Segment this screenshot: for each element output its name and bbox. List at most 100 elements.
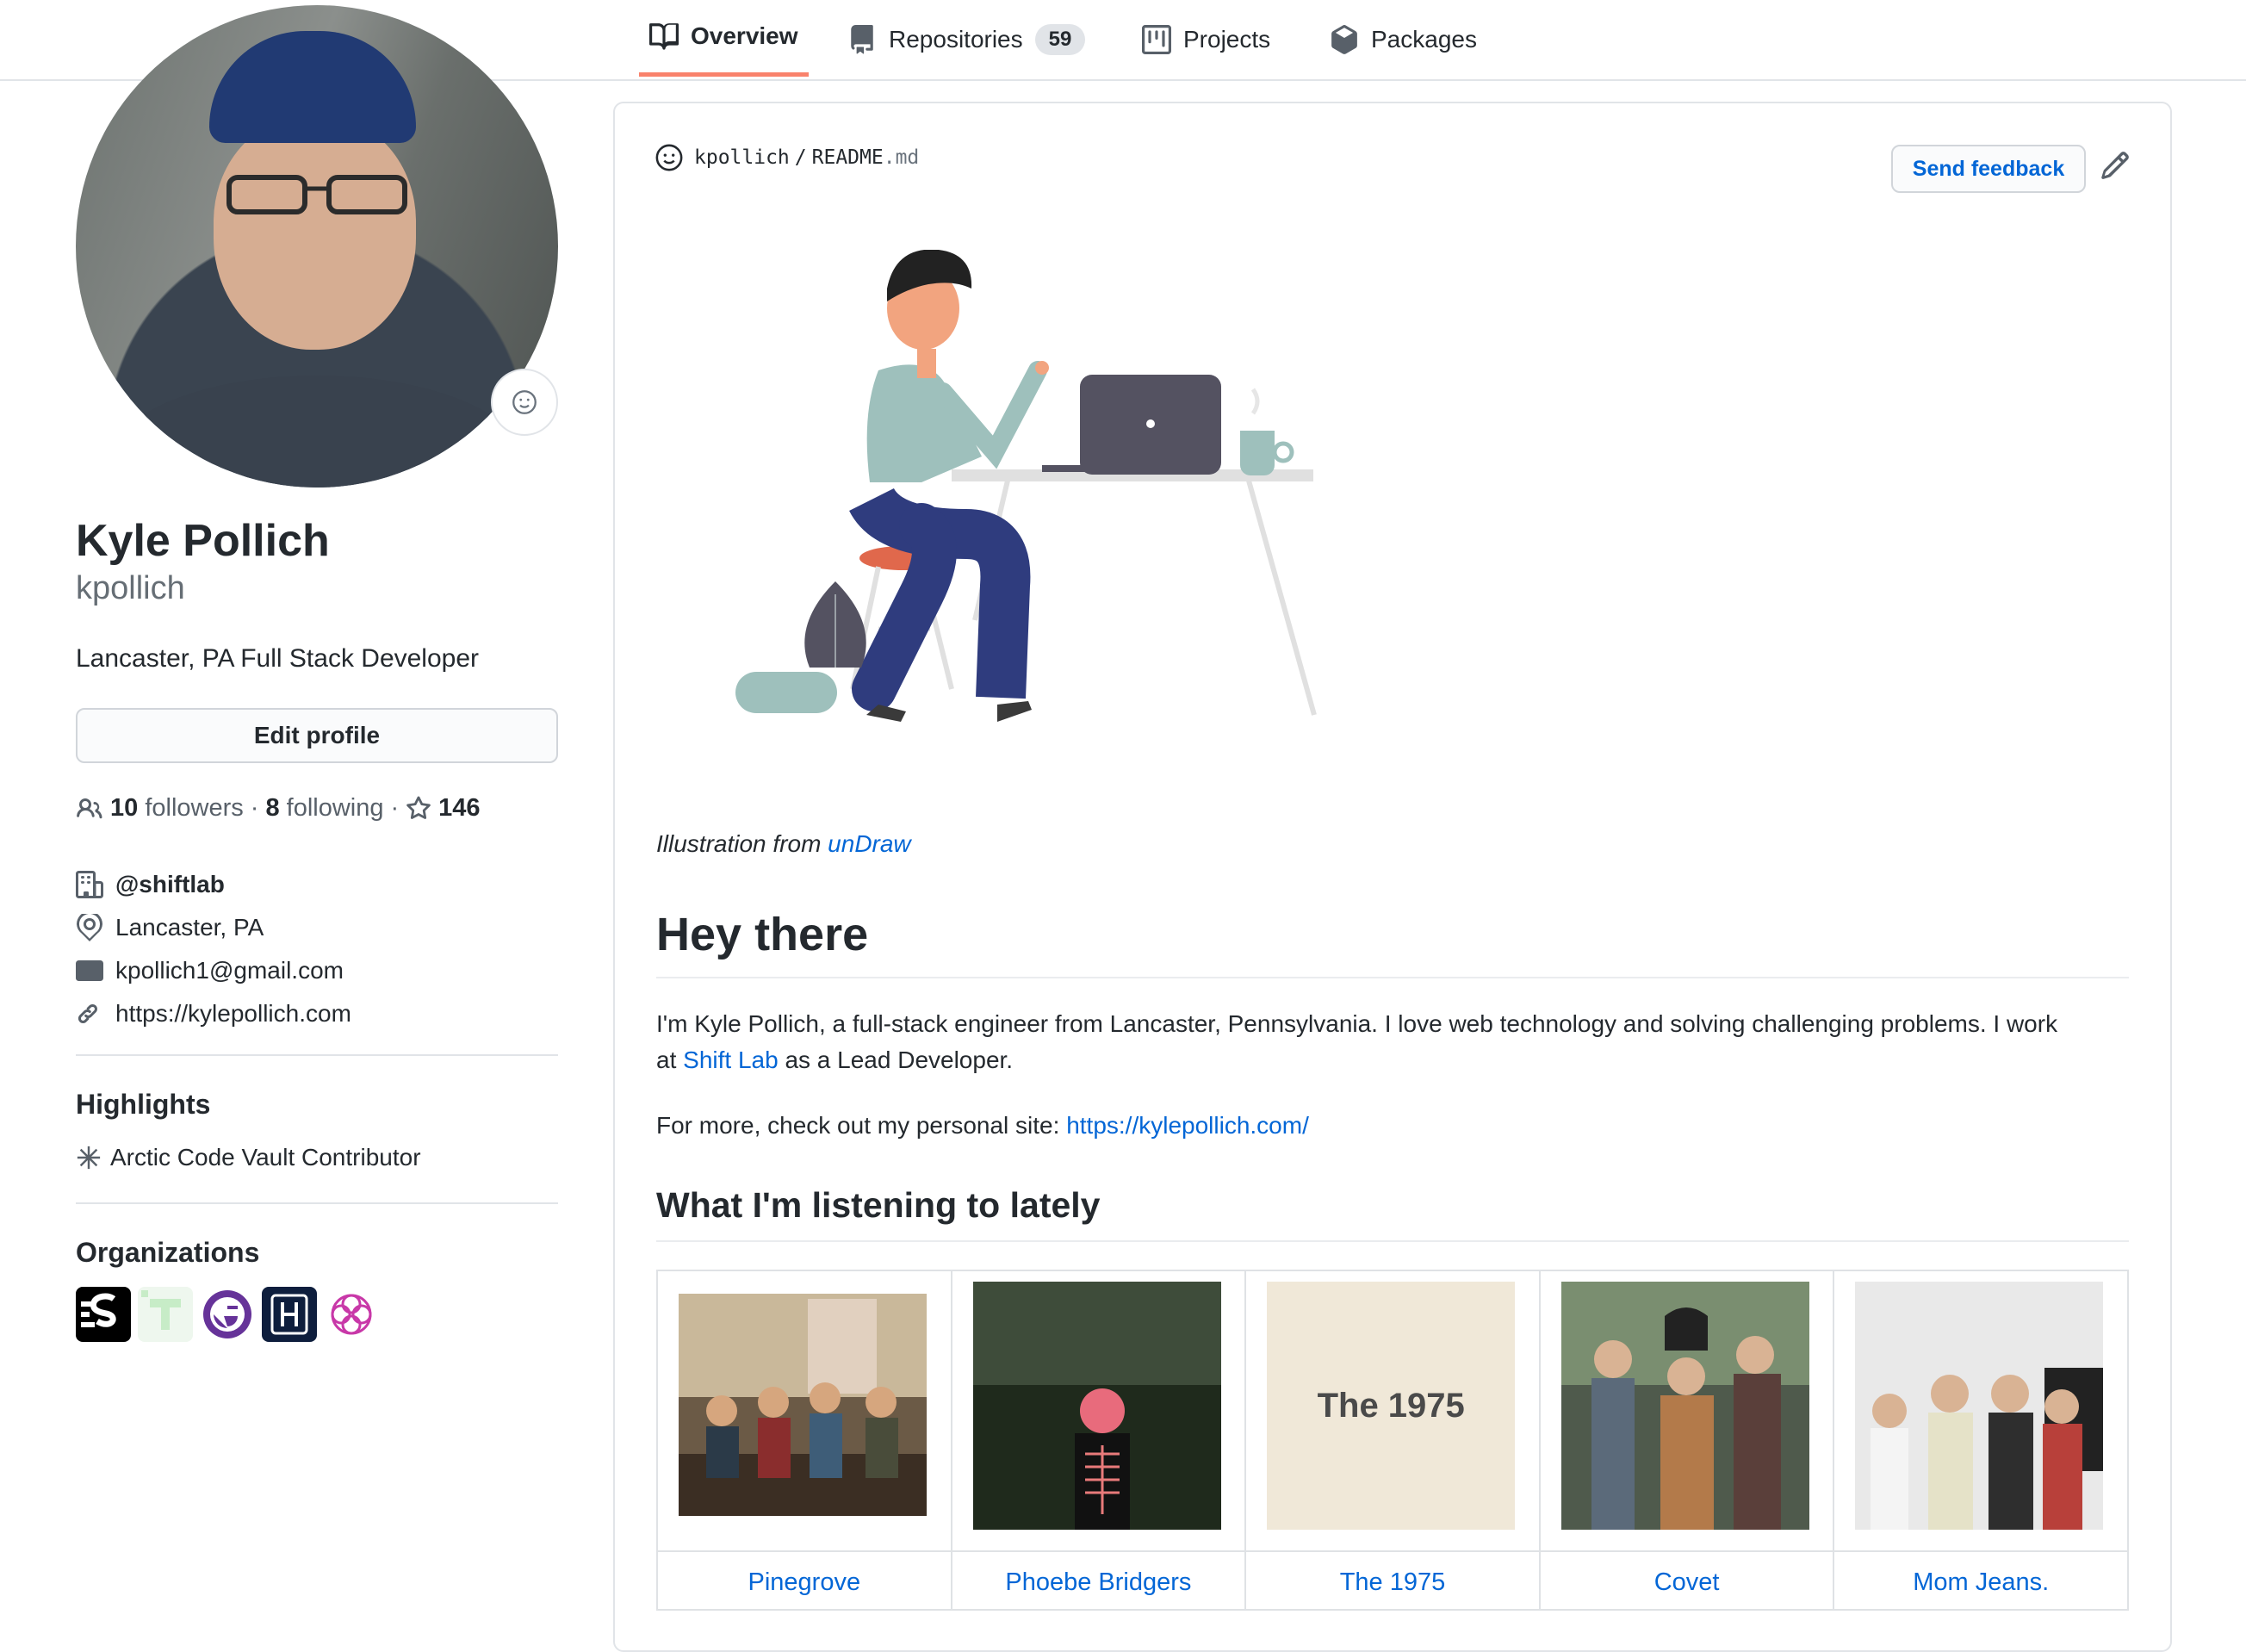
highlight-item[interactable]: Arctic Code Vault Contributor [76,1144,421,1171]
tab-overview[interactable]: Overview [639,0,809,77]
readme-filename[interactable]: README [812,146,884,169]
album-art-phoebe-bridgers[interactable] [972,1282,1221,1530]
tab-packages[interactable]: Packages [1330,0,1477,79]
shift-lab-link[interactable]: Shift Lab [683,1046,779,1073]
smiley-icon [655,144,683,171]
album-link-covet[interactable]: Covet [1540,1550,1833,1612]
follow-stats: 10 followers · 8 following · 146 [76,794,481,823]
organization-icon [76,871,103,898]
org-avatar-shiftlab[interactable] [76,1287,131,1342]
readme-extension: .md [883,146,920,169]
followers-count: 10 [110,794,139,822]
people-icon [77,798,102,818]
undraw-working-illustration [735,250,1317,722]
website-item[interactable]: https://kylepollich.com [76,992,351,1035]
send-feedback-button[interactable]: Send feedback [1891,145,2086,193]
smiley-icon [512,390,537,414]
profile-full-name: Kyle Pollich [76,516,330,566]
illustration-caption: Illustration from unDraw [656,830,911,858]
repo-icon [847,25,877,54]
album-link-pinegrove[interactable]: Pinegrove [658,1550,951,1612]
star-icon [406,795,431,819]
tab-projects-label: Projects [1183,26,1271,53]
album-art-covet[interactable] [1560,1282,1809,1530]
album-art-the-1975[interactable]: The 1975 [1267,1282,1516,1530]
following-count: 8 [265,794,280,822]
mail-icon [76,957,103,984]
album-art-pinegrove[interactable] [679,1282,927,1530]
heading-underline [656,1240,2129,1242]
tab-projects[interactable]: Projects [1142,0,1270,79]
org-avatar-gatsby[interactable] [200,1287,255,1342]
highlights-title: Highlights [76,1089,211,1120]
album-art-text: The 1975 [1317,1386,1465,1425]
highlight-label: Arctic Code Vault Contributor [110,1144,421,1171]
readme-intro-paragraph: I'm Kyle Pollich, a full-stack engineer … [656,1006,2129,1078]
link-icon [76,1000,103,1028]
edit-readme-pencil-icon[interactable] [2100,150,2131,181]
following-label: following [286,794,384,822]
album-link-mom-jeans[interactable]: Mom Jeans. [1834,1550,2127,1612]
caption-prefix: Illustration from [656,830,828,857]
heading-underline [656,977,2129,978]
tab-repositories-label: Repositories [889,26,1023,53]
profile-bio: Lancaster, PA Full Stack Developer [76,644,480,673]
avatar-shirt [110,376,524,488]
avatar-cap [209,31,416,143]
profile-avatar[interactable] [76,5,558,488]
package-icon [1330,25,1359,54]
followers-label: followers [145,794,244,822]
email-item[interactable]: kpollich1@gmail.com [76,949,351,992]
tab-packages-label: Packages [1371,26,1477,53]
followers-link[interactable]: 10 followers [110,794,244,823]
undraw-link[interactable]: unDraw [828,830,910,857]
org-avatar-green[interactable] [138,1287,193,1342]
album-cell: Pinegrove [658,1271,952,1609]
personal-site-link[interactable]: https://kylepollich.com/ [1066,1112,1309,1139]
book-icon [649,22,679,51]
album-cell: The 1975 The 1975 [1246,1271,1541,1609]
readme-header: kpollich / README .md [655,143,919,172]
org-avatar-h[interactable] [262,1287,317,1342]
album-cell: Phoebe Bridgers [952,1271,1247,1609]
website-text: https://kylepollich.com [115,1000,351,1027]
organization-list [76,1287,379,1342]
intro-text-at: at [656,1046,684,1073]
org-avatar-ring[interactable] [324,1287,379,1342]
profile-details: @shiftlab Lancaster, PA kpollich1@gmail.… [76,863,351,1035]
following-link[interactable]: 8 following [265,794,383,823]
site-prefix: For more, check out my personal site: [656,1112,1067,1139]
stars-link[interactable]: 146 [406,794,481,823]
sidebar-divider [76,1054,558,1056]
separator-dot: · [390,794,400,822]
edit-profile-button[interactable]: Edit profile [76,708,558,763]
readme-heading: Hey there [656,909,869,960]
profile-username: kpollich [76,570,185,606]
album-cell: Covet [1540,1271,1835,1612]
intro-text-end: as a Lead Developer. [778,1046,1014,1073]
repositories-count-badge: 59 [1034,24,1086,55]
organizations-title: Organizations [76,1237,260,1268]
email-text: kpollich1@gmail.com [115,957,344,984]
album-link-phoebe-bridgers[interactable]: Phoebe Bridgers [952,1550,1245,1612]
location-icon [76,914,103,941]
album-link-the-1975[interactable]: The 1975 [1246,1550,1539,1612]
company-item[interactable]: @shiftlab [76,863,351,906]
intro-text-line1: I'm Kyle Pollich, a full-stack engineer … [656,1010,2058,1037]
tab-repositories[interactable]: Repositories 59 [847,0,1086,79]
readme-site-paragraph: For more, check out my personal site: ht… [656,1108,2129,1144]
readme-owner[interactable]: kpollich [694,146,790,169]
project-icon [1142,25,1171,54]
location-text: Lancaster, PA [115,914,264,941]
tab-overview-label: Overview [691,22,798,49]
location-item: Lancaster, PA [76,906,351,949]
album-cell: Mom Jeans. [1834,1271,2127,1609]
set-status-button[interactable] [491,369,558,436]
album-art-mom-jeans[interactable] [1855,1282,2104,1530]
avatar-glasses [226,175,407,214]
snowflake-icon [77,1146,101,1170]
separator-dot: · [250,794,259,822]
stars-count: 146 [438,794,481,822]
avatar-face [214,117,416,350]
company-text: @shiftlab [115,871,225,897]
